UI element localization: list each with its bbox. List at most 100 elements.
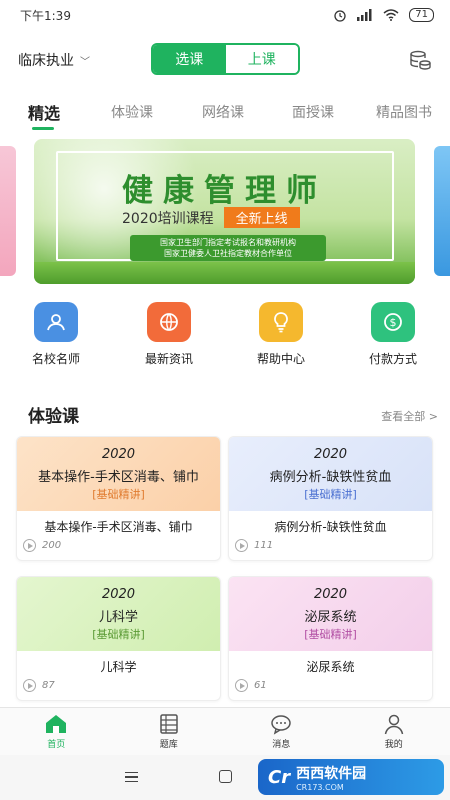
home-button-icon[interactable] <box>219 770 232 783</box>
alarm-icon <box>334 10 346 22</box>
category-tabs: 精选 体验课 网络课 面授课 精品图书 <box>0 95 450 130</box>
status-time: 下午1:39 <box>20 8 71 23</box>
section-title: 体验课 <box>28 407 79 427</box>
course-year: 2020 <box>313 447 348 462</box>
mode-toggle: 选课 上课 <box>151 43 300 75</box>
status-bar: 下午1:39 71 <box>0 0 450 30</box>
tab-attend-class[interactable]: 上课 <box>225 45 298 73</box>
home-icon <box>46 715 67 733</box>
promo-banner[interactable]: 健康管理师 2020培训课程 全新上线 国家卫生部门指定考试报名和教研机构 国家… <box>34 139 415 284</box>
profile-icon <box>384 714 403 735</box>
banner-headline: 健康管理师 <box>122 173 327 209</box>
course-cover: 2020 基本操作-手术区消毒、铺巾 [基础精讲] <box>17 437 220 511</box>
nav-label: 我的 <box>384 740 403 750</box>
database-icon[interactable] <box>408 48 432 72</box>
menu-icon[interactable] <box>125 772 138 782</box>
signal-icon <box>357 9 372 21</box>
quick-action-teachers[interactable]: 名校名师 <box>16 302 96 367</box>
question-bank-icon <box>160 714 178 734</box>
quick-action-help[interactable]: 帮助中心 <box>241 302 321 367</box>
quick-action-payment[interactable]: $ 付款方式 <box>353 302 433 367</box>
tab-offline-courses[interactable]: 面授课 <box>292 102 334 122</box>
course-card[interactable]: 2020 儿科学 [基础精讲] 儿科学 87 <box>16 576 221 701</box>
course-year: 2020 <box>313 587 348 602</box>
course-cover-title: 病例分析-缺铁性贫血 <box>269 470 392 485</box>
payment-icon: $ <box>371 302 415 342</box>
quick-action-label: 帮助中心 <box>256 352 305 366</box>
quick-action-label: 最新资讯 <box>144 352 193 366</box>
view-count: 61 <box>254 680 267 691</box>
course-views: 111 <box>235 539 273 552</box>
course-views: 87 <box>23 679 55 692</box>
course-views: 200 <box>23 539 61 552</box>
banner-course: 2020培训课程 <box>122 210 214 227</box>
quick-action-news[interactable]: 最新资讯 <box>129 302 209 367</box>
system-nav-bar: Cr 西西软件园 CR173.COM <box>0 755 450 800</box>
course-year: 2020 <box>101 587 136 602</box>
teacher-icon <box>34 302 78 342</box>
banner-note-line1: 国家卫生部门指定考试报名和教研机构 <box>160 238 296 247</box>
chevron-down-icon: ﹀ <box>80 56 90 68</box>
course-card[interactable]: 2020 基本操作-手术区消毒、铺巾 [基础精讲] 基本操作-手术区消毒、铺巾 … <box>16 436 221 561</box>
tab-online-courses[interactable]: 网络课 <box>202 102 244 122</box>
banner-prev-slide[interactable] <box>0 146 16 276</box>
battery-indicator: 71 <box>409 8 434 22</box>
app-header: 临床执业 ﹀ 选课 上课 <box>0 40 450 80</box>
svg-text:$: $ <box>390 316 397 329</box>
course-cover: 2020 病例分析-缺铁性贫血 [基础精讲] <box>229 437 432 511</box>
course-tag: [基础精讲] <box>92 488 145 501</box>
play-icon <box>23 539 36 552</box>
watermark-logo: Cr 西西软件园 CR173.COM <box>258 759 444 795</box>
course-year: 2020 <box>101 447 136 462</box>
quick-actions: 名校名师 最新资讯 帮助中心 $ 付款方式 <box>0 302 450 372</box>
nav-messages[interactable]: 消息 <box>225 708 338 755</box>
tab-books[interactable]: 精品图书 <box>376 102 432 122</box>
banner-next-slide[interactable] <box>434 146 450 276</box>
banner-note-line2: 国家卫健委人卫社指定教材合作单位 <box>164 249 292 258</box>
course-tag: [基础精讲] <box>304 628 357 641</box>
view-count: 87 <box>42 680 55 691</box>
course-views: 61 <box>235 679 267 692</box>
play-icon <box>235 539 248 552</box>
nav-label: 首页 <box>47 740 66 750</box>
lightbulb-icon <box>259 302 303 342</box>
tab-trial-courses[interactable]: 体验课 <box>111 102 153 122</box>
nav-home[interactable]: 首页 <box>0 708 113 755</box>
banner-badge: 全新上线 <box>223 207 300 228</box>
watermark-sub: CR173.COM <box>296 782 344 792</box>
exam-type-label: 临床执业 <box>18 53 74 69</box>
nav-label: 消息 <box>272 740 291 750</box>
message-icon <box>271 715 291 735</box>
globe-icon <box>147 302 191 342</box>
course-name: 基本操作-手术区消毒、铺巾 <box>44 520 193 534</box>
play-icon <box>235 679 248 692</box>
tab-select-course[interactable]: 选课 <box>153 45 226 73</box>
course-cover: 2020 儿科学 [基础精讲] <box>17 577 220 651</box>
banner-note: 国家卫生部门指定考试报名和教研机构 国家卫健委人卫社指定教材合作单位 <box>130 235 326 261</box>
trial-course-section-header: 体验课 查看全部 > <box>28 402 438 427</box>
course-cover: 2020 泌尿系统 [基础精讲] <box>229 577 432 651</box>
nav-label: 题库 <box>159 740 178 750</box>
watermark-mark: Cr <box>268 766 291 788</box>
course-tag: [基础精讲] <box>92 628 145 641</box>
course-name: 儿科学 <box>100 660 137 674</box>
bottom-navigation: 首页 题库 消息 我的 <box>0 707 450 755</box>
quick-action-label: 名校名师 <box>31 352 80 366</box>
course-cover-title: 泌尿系统 <box>304 610 357 625</box>
course-card[interactable]: 2020 病例分析-缺铁性贫血 [基础精讲] 病例分析-缺铁性贫血 111 <box>228 436 433 561</box>
course-name: 泌尿系统 <box>306 660 355 674</box>
tab-featured[interactable]: 精选 <box>28 100 60 130</box>
quick-action-label: 付款方式 <box>368 352 417 366</box>
banner-course-line: 2020培训课程 全新上线 <box>122 207 300 228</box>
play-icon <box>23 679 36 692</box>
course-cover-title: 基本操作-手术区消毒、铺巾 <box>38 470 199 485</box>
exam-type-selector[interactable]: 临床执业 ﹀ <box>18 50 90 70</box>
wifi-icon <box>383 9 399 21</box>
course-cover-title: 儿科学 <box>98 610 138 625</box>
view-count: 200 <box>42 540 62 551</box>
view-all-link[interactable]: 查看全部 > <box>381 408 438 424</box>
nav-profile[interactable]: 我的 <box>338 708 450 755</box>
nav-question-bank[interactable]: 题库 <box>113 708 226 755</box>
watermark-text: 西西软件园 CR173.COM <box>296 763 366 792</box>
course-card[interactable]: 2020 泌尿系统 [基础精讲] 泌尿系统 61 <box>228 576 433 701</box>
